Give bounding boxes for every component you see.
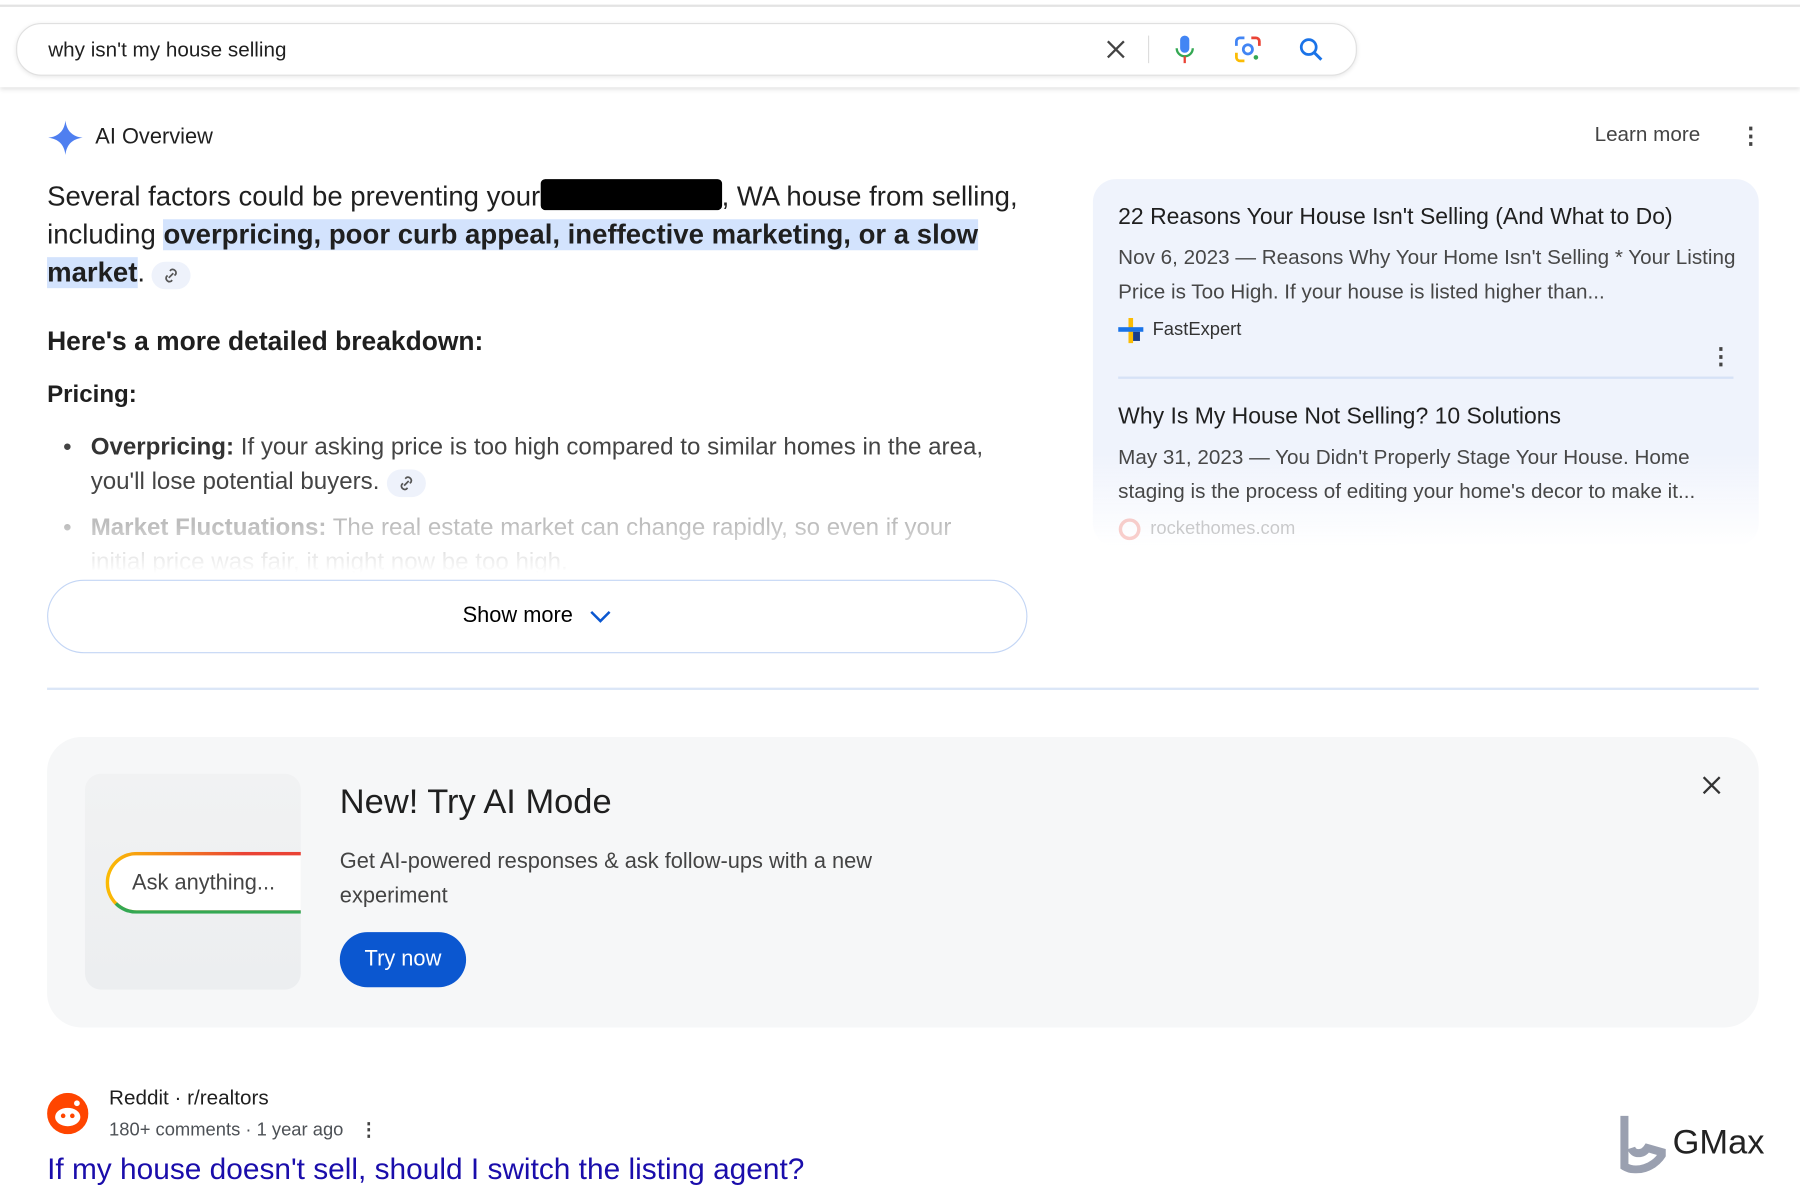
result-title-link[interactable]: If my house doesn't sell, should I switc… xyxy=(47,1151,804,1187)
chevron-down-icon xyxy=(589,610,612,624)
pricing-heading: Pricing: xyxy=(47,381,137,409)
more-options-icon[interactable]: ⋮ xyxy=(1739,122,1762,151)
bullet-item: Overpricing: If your asking price is too… xyxy=(63,431,1004,500)
breakdown-heading: Here's a more detailed breakdown: xyxy=(47,326,483,357)
ai-overview-label: AI Overview xyxy=(95,125,213,150)
bullet-item: Market Fluctuations: The real estate mar… xyxy=(63,511,1004,580)
search-icon[interactable] xyxy=(1295,33,1327,65)
sources-panel: 22 Reasons Your House Isn't Selling (And… xyxy=(1093,179,1759,546)
try-now-button[interactable]: Try now xyxy=(340,932,466,987)
clear-icon[interactable] xyxy=(1102,36,1130,64)
source-divider xyxy=(1118,377,1733,379)
ai-overview-header: AI Overview xyxy=(47,119,213,156)
citation-link-icon[interactable] xyxy=(152,262,191,290)
result-site: Reddit · r/realtors xyxy=(109,1086,269,1110)
microphone-icon[interactable] xyxy=(1171,33,1199,65)
sparkle-icon xyxy=(47,119,84,156)
fastexpert-logo-icon xyxy=(1118,318,1143,343)
rockethomes-logo-icon xyxy=(1118,518,1141,541)
citation-link-icon[interactable] xyxy=(386,470,425,498)
learn-more-link[interactable]: Learn more xyxy=(1595,123,1701,147)
ask-anything-pill: Ask anything... xyxy=(106,852,301,914)
reddit-logo-icon xyxy=(47,1093,88,1134)
search-box[interactable]: why isn't my house selling xyxy=(16,23,1357,76)
ai-mode-illustration: Ask anything... xyxy=(85,774,301,990)
bullet-list: Overpricing: If your asking price is too… xyxy=(63,431,1004,592)
close-icon[interactable] xyxy=(1698,771,1726,799)
promo-title: New! Try AI Mode xyxy=(340,783,612,822)
redacted-location xyxy=(540,179,721,210)
section-divider xyxy=(47,688,1759,690)
ai-overview-summary: Several factors could be preventing your… xyxy=(47,178,1023,292)
promo-description: Get AI-powered responses & ask follow-up… xyxy=(340,845,914,914)
ai-mode-promo: Ask anything... New! Try AI Mode Get AI-… xyxy=(47,737,1759,1027)
gmax-logo-icon xyxy=(1613,1114,1666,1174)
separator xyxy=(1148,36,1149,64)
source-card[interactable]: 22 Reasons Your House Isn't Selling (And… xyxy=(1118,204,1738,343)
show-more-button[interactable]: Show more xyxy=(47,580,1027,653)
watermark: GMax xyxy=(1613,1114,1765,1174)
lens-icon[interactable] xyxy=(1232,33,1264,65)
source-card[interactable]: Why Is My House Not Selling? 10 Solution… xyxy=(1118,404,1738,541)
result-options-icon[interactable]: ⋮ xyxy=(359,1120,377,1140)
source-options-icon[interactable]: ⋮ xyxy=(1709,342,1732,371)
top-border xyxy=(0,5,1800,7)
result-meta: 180+ comments · 1 year ago⋮ xyxy=(109,1118,378,1141)
search-input[interactable]: why isn't my house selling xyxy=(48,38,286,62)
